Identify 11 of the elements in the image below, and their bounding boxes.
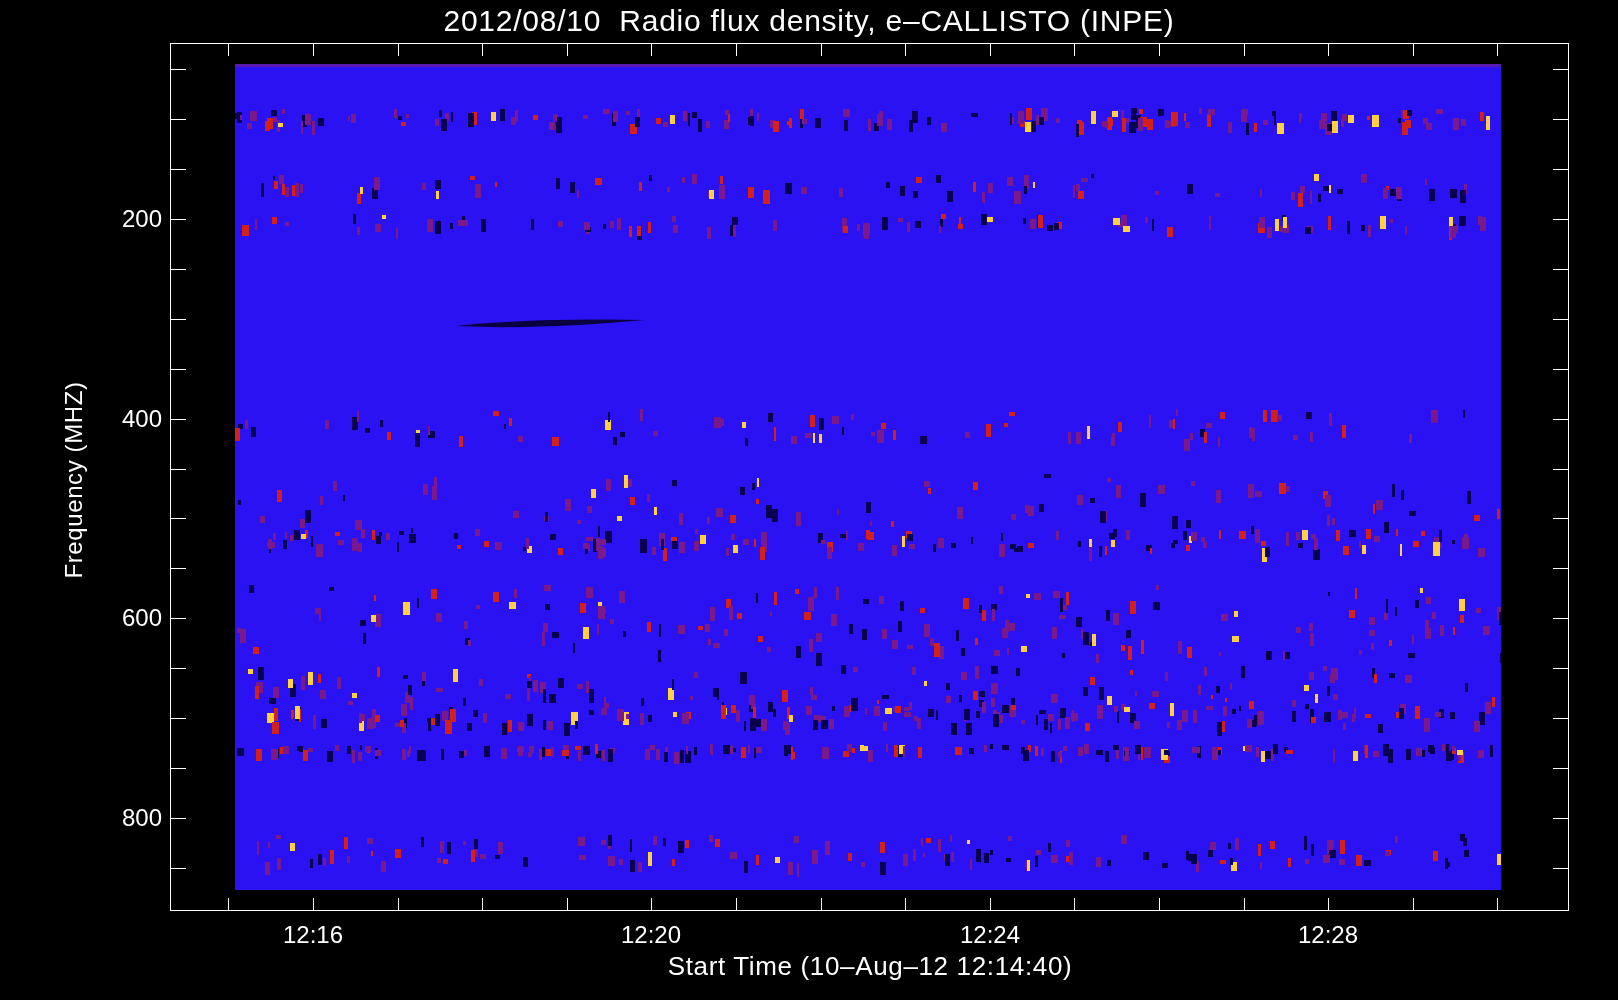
axis-tick-label: 12:28 <box>1296 921 1360 949</box>
axis-tick-label: 600 <box>121 604 162 632</box>
axis-tick-label: 200 <box>121 205 162 233</box>
axis-tick-label: 12:20 <box>619 921 683 949</box>
axis-tick-label: 800 <box>121 804 162 832</box>
axis-tick-label: 12:16 <box>281 921 345 949</box>
chart-title: 2012/08/10 Radio flux density, e–CALLISTO (INPE) <box>442 3 1176 39</box>
axis-tick-label: 400 <box>121 405 162 433</box>
axis-title: Start Time (10–Aug–12 12:14:40) <box>666 950 1074 982</box>
axis-tick-label: 12:24 <box>958 921 1022 949</box>
axis-title: Frequency (MHZ) <box>59 381 88 579</box>
